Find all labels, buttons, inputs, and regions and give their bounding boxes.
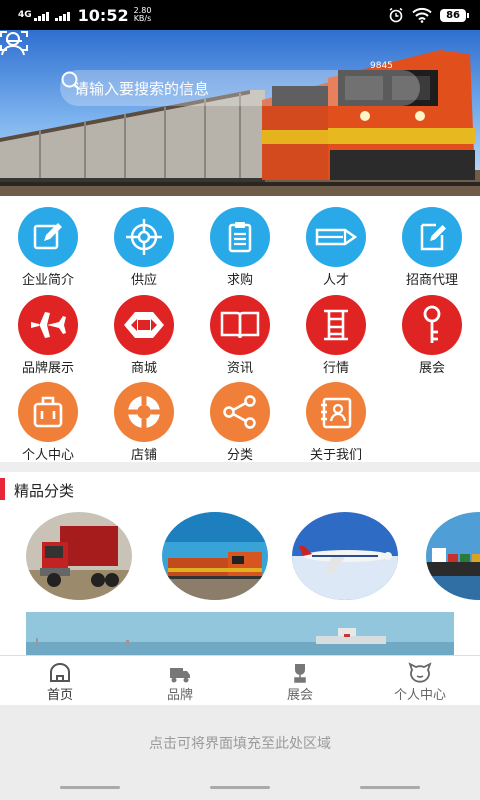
grid-item-label: 行情 bbox=[322, 361, 349, 376]
face-icon bbox=[408, 662, 432, 683]
grid-item-mall[interactable]: 商城 bbox=[104, 295, 184, 376]
key-icon bbox=[402, 295, 462, 355]
category-truck-image[interactable] bbox=[26, 512, 132, 600]
app-screen: 4G 10:52 2.80 KB/s 86 9845 请输入要搜索的信息 企业简… bbox=[0, 0, 480, 800]
grid-item-label: 商城 bbox=[130, 361, 157, 376]
tab-label: 展会 bbox=[286, 688, 313, 703]
category-carousel[interactable] bbox=[0, 512, 480, 602]
grid-item-franchise[interactable]: 招商代理 bbox=[392, 207, 472, 288]
luggage-icon bbox=[18, 382, 78, 442]
grid-item-shop[interactable]: 店铺 bbox=[104, 382, 184, 463]
category-ship-image[interactable] bbox=[426, 512, 480, 600]
grid-item-label: 企业简介 bbox=[21, 273, 74, 288]
nav-handle[interactable] bbox=[60, 786, 120, 789]
section-divider bbox=[0, 462, 480, 472]
tab-brand[interactable]: 品牌 bbox=[120, 656, 240, 706]
grid-item-label: 资讯 bbox=[226, 361, 253, 376]
system-nav-bar bbox=[0, 780, 480, 800]
share-icon bbox=[210, 382, 270, 442]
grid-item-personal-center[interactable]: 个人中心 bbox=[8, 382, 88, 463]
clipboard-icon bbox=[210, 207, 270, 267]
category-train-image[interactable] bbox=[162, 512, 268, 600]
search-icon bbox=[61, 71, 81, 91]
lifebuoy-icon bbox=[114, 382, 174, 442]
grid-item-label: 关于我们 bbox=[309, 448, 362, 463]
featured-harbor-image[interactable] bbox=[26, 612, 454, 656]
grid-item-label: 招商代理 bbox=[405, 273, 458, 288]
grid-item-label: 品牌展示 bbox=[21, 361, 74, 376]
grid-item-company-intro[interactable]: 企业简介 bbox=[8, 207, 88, 288]
ladder-icon bbox=[306, 295, 366, 355]
target-icon bbox=[114, 207, 174, 267]
contact-card-icon bbox=[306, 382, 366, 442]
category-airplane-image[interactable] bbox=[292, 512, 398, 600]
bank-logo-icon bbox=[114, 295, 174, 355]
note-edit-icon bbox=[402, 207, 462, 267]
tab-label: 首页 bbox=[46, 688, 73, 703]
search-placeholder: 请输入要搜索的信息 bbox=[74, 79, 210, 98]
edit-icon bbox=[18, 207, 78, 267]
tab-exhibition[interactable]: 展会 bbox=[240, 656, 360, 706]
book-icon bbox=[210, 295, 270, 355]
grid-item-news[interactable]: 资讯 bbox=[200, 295, 280, 376]
banner[interactable]: 9845 请输入要搜索的信息 bbox=[0, 30, 480, 196]
tab-personal-center[interactable]: 个人中心 bbox=[360, 656, 480, 706]
grid-item-purchase[interactable]: 求购 bbox=[200, 207, 280, 288]
status-bar: 4G 10:52 2.80 KB/s 86 bbox=[0, 0, 480, 30]
network-type: 4G bbox=[18, 9, 32, 20]
trophy-icon bbox=[294, 664, 306, 683]
grid-item-label: 人才 bbox=[322, 273, 349, 288]
battery-indicator: 86 bbox=[440, 8, 469, 22]
section-title: 精品分类 bbox=[14, 482, 75, 500]
tab-home[interactable]: 首页 bbox=[0, 656, 120, 706]
grid-item-label: 店铺 bbox=[130, 448, 157, 463]
alarm-icon bbox=[389, 7, 403, 23]
function-grid: 企业简介 供应 求购 人才 招商代理 品牌展示 商城 资讯 行情 展会 个人中心… bbox=[0, 207, 480, 463]
section-header: 精品分类 bbox=[0, 476, 480, 502]
grid-item-talent[interactable]: 人才 bbox=[296, 207, 376, 288]
grid-item-label: 供应 bbox=[130, 273, 157, 288]
grid-item-supply[interactable]: 供应 bbox=[104, 207, 184, 288]
grid-item-category[interactable]: 分类 bbox=[200, 382, 280, 463]
grid-item-about-us[interactable]: 关于我们 bbox=[296, 382, 376, 463]
search-input[interactable]: 请输入要搜索的信息 bbox=[60, 70, 420, 106]
wifi-icon bbox=[412, 7, 432, 23]
airplane-icon bbox=[18, 295, 78, 355]
grid-item-label: 分类 bbox=[226, 448, 253, 463]
user-icon[interactable] bbox=[0, 30, 26, 56]
tab-label: 品牌 bbox=[166, 688, 193, 703]
fill-area-prompt[interactable]: 点击可将界面填充至此处区域 bbox=[0, 705, 480, 780]
grid-item-market[interactable]: 行情 bbox=[296, 295, 376, 376]
network-speed: 2.80 KB/s bbox=[134, 7, 152, 23]
pencil-icon bbox=[306, 207, 366, 267]
nav-handle[interactable] bbox=[210, 786, 270, 789]
grid-item-brand-display[interactable]: 品牌展示 bbox=[8, 295, 88, 376]
home-icon bbox=[50, 663, 70, 682]
signal-icon bbox=[33, 10, 49, 21]
signal-icon-2 bbox=[54, 10, 70, 21]
grid-item-label: 个人中心 bbox=[21, 448, 74, 463]
grid-item-label: 展会 bbox=[418, 361, 445, 376]
grid-item-exhibition[interactable]: 展会 bbox=[392, 295, 472, 376]
speed-unit: KB/s bbox=[133, 14, 152, 23]
clock: 10:52 bbox=[77, 5, 129, 25]
tab-label: 个人中心 bbox=[393, 688, 446, 703]
nav-handle[interactable] bbox=[360, 786, 420, 789]
truck-icon bbox=[170, 668, 190, 683]
section-accent-bar bbox=[0, 478, 5, 500]
grid-item-label: 求购 bbox=[226, 273, 253, 288]
bottom-tab-bar: 首页 品牌 展会 个人中心 bbox=[0, 655, 480, 705]
banner-train-image: 9845 bbox=[0, 30, 480, 196]
